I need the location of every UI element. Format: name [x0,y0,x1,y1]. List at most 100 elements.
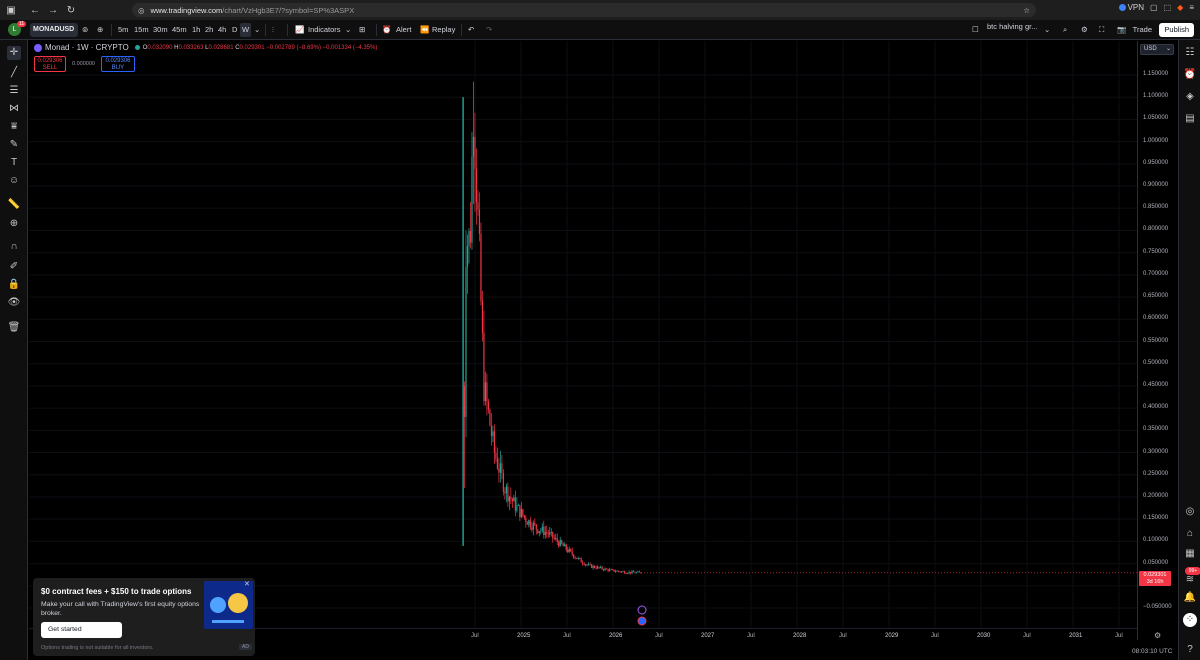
crosshair-icon[interactable]: ✛ [7,46,21,60]
undo-icon[interactable]: ↶ [468,23,474,37]
interval-4h[interactable]: 4h [218,23,226,37]
signal-icon[interactable]: ≋ [1183,573,1197,587]
add-symbol-icon[interactable]: ⊕ [97,23,103,37]
interval-2h[interactable]: 2h [205,23,213,37]
chart-type-icon[interactable]: ⫶ [272,23,274,37]
brush-icon[interactable]: ✎ [7,138,21,152]
sell-price: 0.029306 [37,58,63,64]
layout-checkbox-icon[interactable]: ☐ [972,23,979,37]
candle-body [570,549,572,551]
redo-icon[interactable]: ↷ [486,23,492,37]
bookmark-icon[interactable]: ☆ [1023,6,1030,15]
back-icon[interactable]: ← [28,3,42,17]
event-marker-icon[interactable] [637,605,647,615]
price-tick-label: 0.550000 [1143,337,1169,344]
interval-1h[interactable]: 1h [192,23,200,37]
promo-image[interactable] [204,581,253,629]
brave-icon[interactable]: ◆ [1177,3,1183,12]
emoji-icon[interactable]: ☺ [7,174,21,188]
alerts-icon[interactable]: ⏰ [1183,68,1197,82]
ruler-icon[interactable]: 📏 [7,198,21,212]
price-tick-label: 0.350000 [1143,426,1169,433]
candle-body [616,570,618,572]
publish-button[interactable]: Publish [1159,23,1194,37]
buy-button[interactable]: 0.029306 BUY [100,56,135,72]
quick-search-icon[interactable]: ⌕ [1063,23,1067,37]
wallet-icon[interactable]: ▢ [1150,3,1158,12]
vpn-button[interactable]: VPN [1118,3,1144,12]
templates-dropdown-icon[interactable]: ⌄ [345,23,351,37]
bell-icon[interactable]: 🔔 [1183,591,1197,605]
extensions-icon[interactable]: ⬚ [1164,3,1172,12]
price-tick-label: 0.100000 [1143,537,1169,544]
candle-body [541,526,543,531]
help-icon[interactable]: ? [1183,643,1197,657]
axis-settings-icon[interactable]: ⚙ [1154,631,1161,640]
sidebar-toggle-icon[interactable]: ▣ [4,3,18,17]
candle-body [544,531,546,535]
site-info-icon[interactable]: ◎ [138,6,145,15]
replay-button[interactable]: Replay [432,23,455,37]
interval-5m[interactable]: 5m [118,23,128,37]
news-icon[interactable]: ▤ [1183,112,1197,126]
text-icon[interactable]: T [7,156,21,170]
layout-name[interactable]: btc halving gr... [987,22,1037,36]
indicators-button[interactable]: Indicators [308,23,341,37]
layouts-icon[interactable]: ⊞ [359,23,365,37]
pattern-icon[interactable]: ⋈ [7,102,21,116]
alert-button[interactable]: Alert [396,23,411,37]
indicators-icon[interactable]: 📈 [295,23,304,37]
candle-body [635,572,638,574]
projection-icon[interactable]: ⩸ [7,120,21,134]
menu-icon[interactable]: ≡ [1189,3,1194,12]
candle-body [574,557,576,559]
get-started-button[interactable]: Get started [41,622,122,638]
lock-drawing-icon[interactable]: ✐ [7,260,21,274]
candle-body [520,509,522,518]
interval-w[interactable]: W [240,23,252,37]
candle-body [480,233,482,302]
interval-dropdown-icon[interactable]: ⌄ [254,23,260,37]
alert-icon[interactable]: ⏰ [382,23,391,37]
ideas-icon[interactable]: ⌂ [1183,527,1197,541]
utc-clock[interactable]: 08:03:10 UTC [1132,648,1172,655]
trade-button[interactable]: Trade [1127,23,1158,37]
zoom-icon[interactable]: ⊕ [7,217,21,231]
close-icon[interactable]: ✕ [244,580,250,588]
fullscreen-icon[interactable]: ⛶ [1099,23,1104,37]
symbol-search[interactable]: MONADUSD [30,23,78,37]
fib-retracement-icon[interactable]: ☰ [7,84,21,98]
compare-icon[interactable]: ⊚ [82,23,88,37]
interval-30m[interactable]: 30m [153,23,168,37]
interval-15m[interactable]: 15m [134,23,149,37]
address-bar[interactable]: ◎ www.tradingview.com/chart/VzHgb3E7/?sy… [132,3,1036,17]
replay-icon[interactable]: ⏪ [420,23,429,37]
lock-icon[interactable]: 🔒 [7,278,21,292]
visibility-icon[interactable]: 👁 [7,296,21,310]
current-price-tag: 0.029301 3d 16h [1139,571,1171,586]
layout-dropdown-icon[interactable]: ⌄ [1044,23,1050,37]
settings-icon[interactable]: ⚙ [1081,23,1088,37]
interval-45m[interactable]: 45m [172,23,187,37]
trash-icon[interactable]: 🗑 [7,321,21,335]
interval-d[interactable]: D [232,23,237,37]
data-window-icon[interactable]: ◈ [1183,90,1197,104]
price-chart[interactable] [29,41,1137,640]
snapshot-icon[interactable]: 📷 [1117,23,1126,37]
reload-icon[interactable]: ↻ [64,3,78,17]
watchlist-icon[interactable]: ☷ [1183,46,1197,60]
change-value: −0.002789 (−8.69%) [266,44,321,51]
symbol-title[interactable]: Monad · 1W · CRYPTO [45,43,129,52]
magnet-icon[interactable]: ∩ [7,240,21,254]
trend-line-icon[interactable]: ╱ [7,66,21,80]
apps-icon[interactable]: ⁘ [1183,613,1197,627]
browser-bar: ▣ ← → ↻ ◎ www.tradingview.com/chart/VzHg… [0,0,1200,20]
price-tick-label: 0.600000 [1143,315,1169,322]
calendar-icon[interactable]: ▦ [1183,547,1197,561]
currency-selector[interactable]: USD ⌄ [1140,44,1174,55]
sell-button[interactable]: 0.029306 SELL [34,56,66,72]
us-flag-event-icon[interactable] [637,616,647,626]
price-tick-label: 1.000000 [1143,137,1169,144]
target-icon[interactable]: ◎ [1183,505,1197,519]
forward-icon[interactable]: → [46,3,60,17]
